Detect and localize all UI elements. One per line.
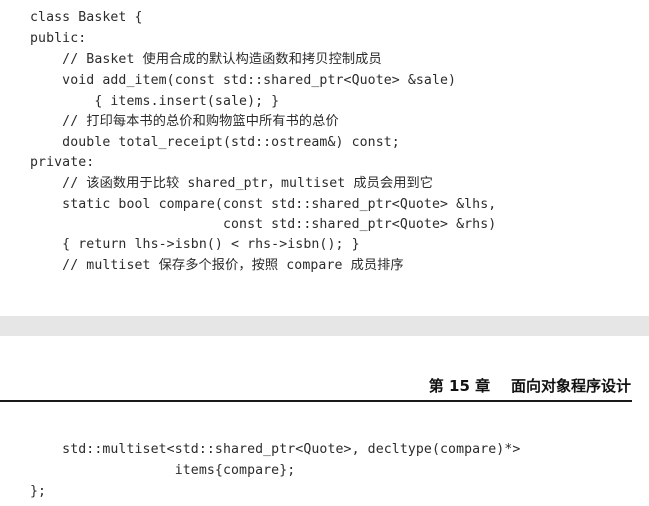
code-line: public: bbox=[30, 31, 87, 46]
code-line: private: bbox=[30, 155, 95, 170]
code-line: // 打印每本书的总价和购物篮中所有书的总价 bbox=[30, 114, 339, 129]
code-line: { items.insert(sale); } bbox=[30, 94, 280, 109]
code-line: void add_item(const std::shared_ptr<Quot… bbox=[30, 73, 457, 88]
code-line: items{compare}; bbox=[30, 463, 296, 478]
code-line: // Basket 使用合成的默认构造函数和拷贝控制成员 bbox=[30, 52, 382, 67]
page-bottom: 第 15 章 面向对象程序设计 std::multiset<std::share… bbox=[0, 336, 649, 506]
page-break-gap bbox=[0, 316, 649, 336]
code-line: class Basket { bbox=[30, 10, 143, 25]
code-line: static bool compare(const std::shared_pt… bbox=[30, 197, 497, 212]
code-line: std::multiset<std::shared_ptr<Quote>, de… bbox=[30, 442, 521, 457]
code-line: // multiset 保存多个报价，按照 compare 成员排序 bbox=[30, 258, 404, 273]
code-line: double total_receipt(std::ostream&) cons… bbox=[30, 135, 400, 150]
code-line: { return lhs->isbn() < rhs->isbn(); } bbox=[30, 237, 360, 252]
code-line: // 该函数用于比较 shared_ptr，multiset 成员会用到它 bbox=[30, 176, 434, 191]
chapter-divider bbox=[0, 400, 632, 402]
chapter-header: 第 15 章 面向对象程序设计 bbox=[428, 377, 631, 395]
code-line: }; bbox=[30, 484, 47, 499]
code-line: const std::shared_ptr<Quote> &rhs) bbox=[30, 217, 497, 232]
page-top: class Basket { public: // Basket 使用合成的默认… bbox=[0, 0, 649, 316]
